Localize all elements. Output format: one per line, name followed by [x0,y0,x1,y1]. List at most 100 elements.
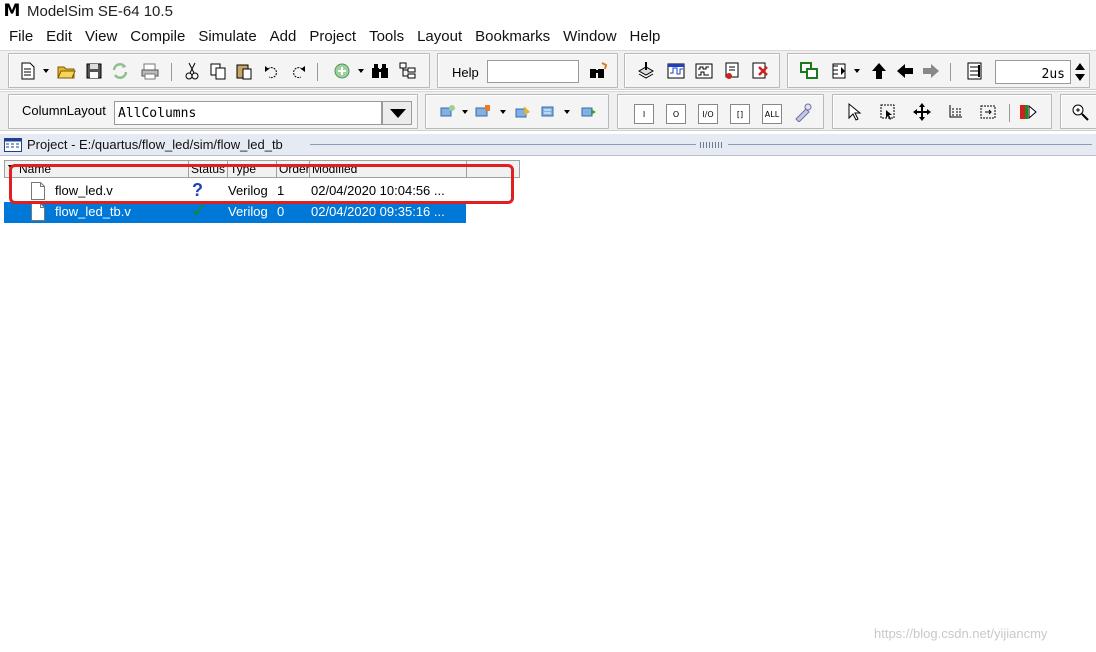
verilog-file-icon [31,203,45,221]
add-object-icon[interactable] [436,101,458,123]
wave-icon[interactable] [693,60,715,82]
cascade-icon[interactable] [798,60,820,82]
panel-divider [310,144,696,145]
edit-object-icon[interactable] [512,101,534,123]
export-object-icon[interactable] [578,101,600,123]
print-icon[interactable] [139,60,161,82]
separator [171,63,172,81]
load-design-icon[interactable] [635,60,657,82]
menu-add[interactable]: Add [265,28,302,45]
run-time-spinner[interactable] [1072,60,1087,84]
menu-tools[interactable]: Tools [364,28,409,45]
add-wave-icon[interactable] [472,101,494,123]
toolbar-zoom-group [1060,94,1096,129]
compile-add-icon[interactable] [331,60,353,82]
break-icon[interactable] [721,60,743,82]
redo-icon[interactable] [287,60,309,82]
compile-dropdown-icon[interactable] [358,69,364,73]
menu-edit[interactable]: Edit [41,28,77,45]
toolbar-objects-group [425,94,609,129]
modelsim-logo-icon: M [3,1,21,21]
wildcard-filter-icon[interactable] [792,101,814,123]
mode-inout-button[interactable]: I/O [698,104,718,124]
menu-simulate[interactable]: Simulate [193,28,261,45]
file-modified: 02/04/2020 10:04:56 ... [311,183,445,198]
menu-help[interactable]: Help [625,28,666,45]
add-object-dropdown-icon[interactable] [462,110,468,114]
verilog-file-icon [31,182,45,200]
title-bar: M ModelSim SE-64 10.5 [0,0,1096,22]
add-wave-dropdown-icon[interactable] [500,110,506,114]
list-object-dropdown-icon[interactable] [564,110,570,114]
save-icon[interactable] [83,60,105,82]
pan-icon[interactable] [911,101,933,123]
panel-drag-handle[interactable] [700,142,724,148]
help-search-icon[interactable] [587,60,609,82]
column-header-status[interactable]: Status [189,161,228,177]
end-simulation-icon[interactable] [749,60,771,82]
left-arrow-icon[interactable] [894,60,916,82]
column-layout-select[interactable]: AllColumns [114,101,382,125]
select-pointer-icon[interactable] [843,101,865,123]
up-arrow-icon[interactable] [868,60,890,82]
stretch-mode-icon[interactable] [977,101,999,123]
zoom-icon[interactable] [1069,101,1091,123]
file-order: 0 [277,204,285,219]
file-modified: 02/04/2020 09:35:16 ... [311,204,445,219]
window-title: ModelSim SE-64 10.5 [27,2,173,20]
toolbar-file-group [8,53,430,88]
open-folder-icon[interactable] [55,60,77,82]
structure-icon[interactable] [397,60,419,82]
new-file-icon[interactable] [17,60,39,82]
question-icon: ? [192,180,203,200]
step-icon[interactable] [828,60,850,82]
spin-down-icon[interactable] [1075,74,1085,81]
spin-up-icon[interactable] [1075,63,1085,70]
new-file-dropdown-icon[interactable] [43,69,49,73]
menu-bookmarks[interactable]: Bookmarks [470,28,555,45]
menu-compile[interactable]: Compile [125,28,190,45]
simulate-icon[interactable] [665,60,687,82]
sort-indicator-icon[interactable] [8,165,14,170]
run-next-icon[interactable] [1017,101,1039,123]
copy-icon[interactable] [207,60,229,82]
menu-window[interactable]: Window [558,28,621,45]
column-header-name[interactable]: Name [17,161,189,177]
find-binoculars-icon[interactable] [369,60,391,82]
mode-output-button[interactable]: O [666,104,686,124]
list-object-icon[interactable] [538,101,560,123]
undo-icon[interactable] [261,60,283,82]
zoom-box-icon[interactable] [877,101,899,123]
mode-input-button[interactable]: I [634,104,654,124]
project-window-icon [4,137,22,152]
column-header-type[interactable]: Type [228,161,277,177]
toolbar-run-group [787,53,1090,88]
toolbar-row-main: Help [0,50,1096,90]
help-search-input[interactable] [487,60,579,83]
menu-file[interactable]: File [4,28,38,45]
cut-icon[interactable] [181,60,203,82]
mode-all-button[interactable]: ALL [762,104,782,124]
run-time-input[interactable] [995,60,1071,84]
run-length-icon[interactable] [964,60,986,82]
mode-internal-button[interactable]: [] [730,104,750,124]
menu-view[interactable]: View [80,28,122,45]
paste-icon[interactable] [233,60,255,82]
table-row[interactable]: flow_led.v ? Verilog 1 02/04/2020 10:04:… [4,180,466,202]
separator [1009,104,1010,122]
step-dropdown-icon[interactable] [854,69,860,73]
edit-mode-icon[interactable] [945,101,967,123]
table-row[interactable]: flow_led_tb.v ✓ Verilog 0 02/04/2020 09:… [4,201,466,223]
project-panel-title: Project - E:/quartus/flow_led/sim/flow_l… [27,137,283,152]
column-layout-dropdown-button[interactable] [382,101,412,125]
toolbar-sim-group [624,53,780,88]
separator [317,63,318,81]
column-header-order[interactable]: Order [277,161,310,177]
column-header-modified[interactable]: Modified [310,161,467,177]
right-arrow-icon[interactable] [920,60,942,82]
menu-project[interactable]: Project [304,28,361,45]
reload-icon[interactable] [109,60,131,82]
menu-layout[interactable]: Layout [412,28,467,45]
checkmark-icon: ✓ [191,201,207,222]
toolbar-help-group: Help [437,53,618,88]
